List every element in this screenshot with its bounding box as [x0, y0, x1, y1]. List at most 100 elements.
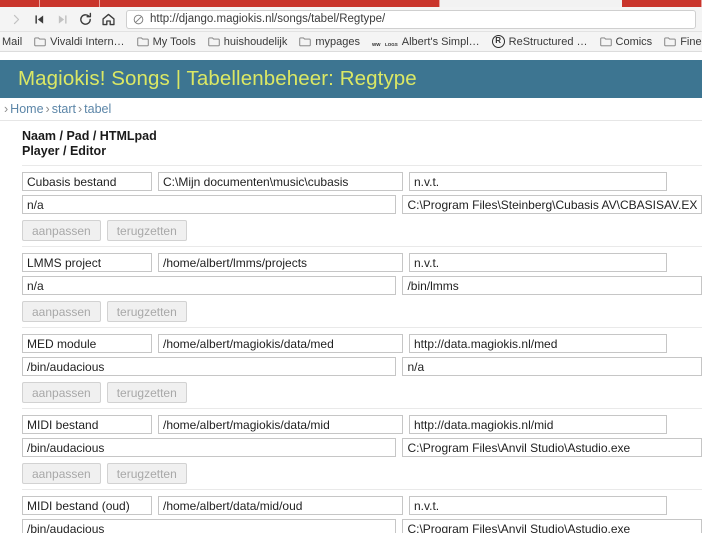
bookmark-alberts-simple[interactable]: WW LOGS Albert's Simpl… — [366, 33, 486, 51]
site-info-icon[interactable] — [133, 14, 144, 25]
pad-input[interactable] — [158, 172, 403, 191]
tab-strip — [0, 0, 702, 7]
row-top-fields — [22, 334, 702, 353]
bookmark-label: Fine — [680, 35, 702, 48]
bookmark-label: ReStructured … — [508, 35, 588, 48]
folder-icon — [136, 36, 149, 47]
bookmark-mypages[interactable]: mypages — [293, 33, 366, 51]
pad-input[interactable] — [158, 496, 403, 515]
bookmark-mail[interactable]: Mail — [2, 33, 28, 51]
breadcrumb-item-home[interactable]: Home — [10, 102, 43, 116]
folder-icon — [599, 36, 612, 47]
player-input[interactable] — [22, 195, 397, 214]
apply-button[interactable]: aanpassen — [22, 382, 101, 403]
htmlpad-input[interactable] — [409, 172, 667, 191]
column-header-line-2: Player / Editor — [22, 144, 107, 158]
table-row: aanpassen terugzetten — [22, 246, 702, 327]
player-input[interactable] — [22, 519, 397, 533]
bookmark-label: Albert's Simpl… — [401, 35, 480, 48]
player-input[interactable] — [22, 438, 397, 457]
row-actions: aanpassen terugzetten — [22, 380, 702, 403]
badge-bottom-text: LOGS — [384, 41, 398, 47]
bookmark-fine[interactable]: Fine — [658, 33, 702, 51]
browser-tab[interactable] — [40, 0, 100, 7]
naam-input[interactable] — [22, 334, 152, 353]
htmlpad-input[interactable] — [409, 253, 667, 272]
reset-button[interactable]: terugzetten — [106, 382, 187, 403]
address-bar[interactable]: http://django.magiokis.nl/songs/tabel/Re… — [126, 9, 696, 29]
player-input[interactable] — [22, 276, 397, 295]
bookmark-my-tools[interactable]: My Tools — [131, 33, 202, 51]
column-header-line-1: Naam / Pad / HTMLpad — [22, 129, 157, 143]
address-bar-text[interactable]: http://django.magiokis.nl/songs/tabel/Re… — [150, 11, 385, 28]
table-row: aanpassen terugzetten — [22, 165, 702, 246]
breadcrumb-separator: › — [78, 102, 83, 116]
htmlpad-input[interactable] — [409, 334, 667, 353]
browser-tab[interactable] — [100, 0, 440, 7]
page-top-margin — [0, 52, 702, 60]
row-top-fields — [22, 172, 702, 191]
row-actions: aanpassen terugzetten — [22, 299, 702, 322]
row-bottom-fields — [22, 519, 702, 533]
browser-toolbar: http://django.magiokis.nl/songs/tabel/Re… — [0, 7, 702, 32]
page-viewport: Magiokis! Songs | Tabellenbeheer: Regtyp… — [0, 52, 702, 533]
folder-icon — [299, 36, 312, 47]
home-icon[interactable] — [98, 9, 118, 29]
bookmark-huishoudelijk[interactable]: huishoudelijk — [202, 33, 294, 51]
skip-to-start-icon[interactable] — [29, 9, 49, 29]
browser-tab[interactable] — [0, 0, 40, 7]
bookmark-label: My Tools — [152, 35, 196, 48]
naam-input[interactable] — [22, 496, 152, 515]
badge-top-text: WW — [372, 41, 381, 47]
breadcrumb-item-tabel[interactable]: tabel — [84, 102, 111, 116]
table-row: aanpassen terugzetten — [22, 327, 702, 408]
editor-input[interactable] — [402, 357, 702, 376]
browser-tab[interactable] — [622, 0, 702, 7]
editor-input[interactable] — [402, 276, 702, 295]
breadcrumb-separator: › — [45, 102, 50, 116]
forward-icon[interactable] — [6, 9, 26, 29]
naam-input[interactable] — [22, 253, 152, 272]
naam-input[interactable] — [22, 415, 152, 434]
bookmark-comics[interactable]: Comics — [594, 33, 659, 51]
player-input[interactable] — [22, 357, 397, 376]
reload-icon[interactable] — [75, 9, 95, 29]
r-circle-icon: R — [491, 35, 505, 48]
apply-button[interactable]: aanpassen — [22, 220, 101, 241]
editor-input[interactable] — [402, 195, 702, 214]
reset-button[interactable]: terugzetten — [106, 463, 187, 484]
apply-button[interactable]: aanpassen — [22, 463, 101, 484]
skip-to-end-icon[interactable] — [52, 9, 72, 29]
browser-tab-active[interactable] — [440, 0, 622, 7]
naam-input[interactable] — [22, 172, 152, 191]
weblogs-badge-icon: WW LOGS — [372, 33, 398, 51]
htmlpad-input[interactable] — [409, 415, 667, 434]
folder-icon — [34, 36, 46, 47]
row-bottom-fields — [22, 276, 702, 295]
row-top-fields — [22, 253, 702, 272]
bookmark-vivaldi-internal[interactable]: Vivaldi Intern… — [28, 33, 130, 51]
bookmark-label: mypages — [315, 35, 361, 48]
editor-input[interactable] — [402, 519, 702, 533]
pad-input[interactable] — [158, 253, 403, 272]
bookmark-label: huishoudelijk — [223, 35, 288, 48]
page-title: Magiokis! Songs | Tabellenbeheer: Regtyp… — [18, 67, 417, 90]
pad-input[interactable] — [158, 334, 403, 353]
row-actions: aanpassen terugzetten — [22, 461, 702, 484]
breadcrumb-item-start[interactable]: start — [52, 102, 76, 116]
folder-icon — [664, 36, 676, 47]
bookmark-label: Mail — [2, 35, 23, 48]
reset-button[interactable]: terugzetten — [106, 220, 187, 241]
folder-icon — [208, 36, 220, 47]
bookmark-label: Vivaldi Intern… — [50, 35, 125, 48]
htmlpad-input[interactable] — [409, 496, 667, 515]
apply-button[interactable]: aanpassen — [22, 301, 101, 322]
bookmark-restructured[interactable]: R ReStructured … — [486, 33, 594, 51]
breadcrumb-separator: › — [4, 102, 9, 116]
bookmark-label: Comics — [615, 35, 653, 48]
pad-input[interactable] — [158, 415, 403, 434]
row-bottom-fields — [22, 195, 702, 214]
editor-input[interactable] — [402, 438, 702, 457]
reset-button[interactable]: terugzetten — [106, 301, 187, 322]
row-bottom-fields — [22, 438, 702, 457]
